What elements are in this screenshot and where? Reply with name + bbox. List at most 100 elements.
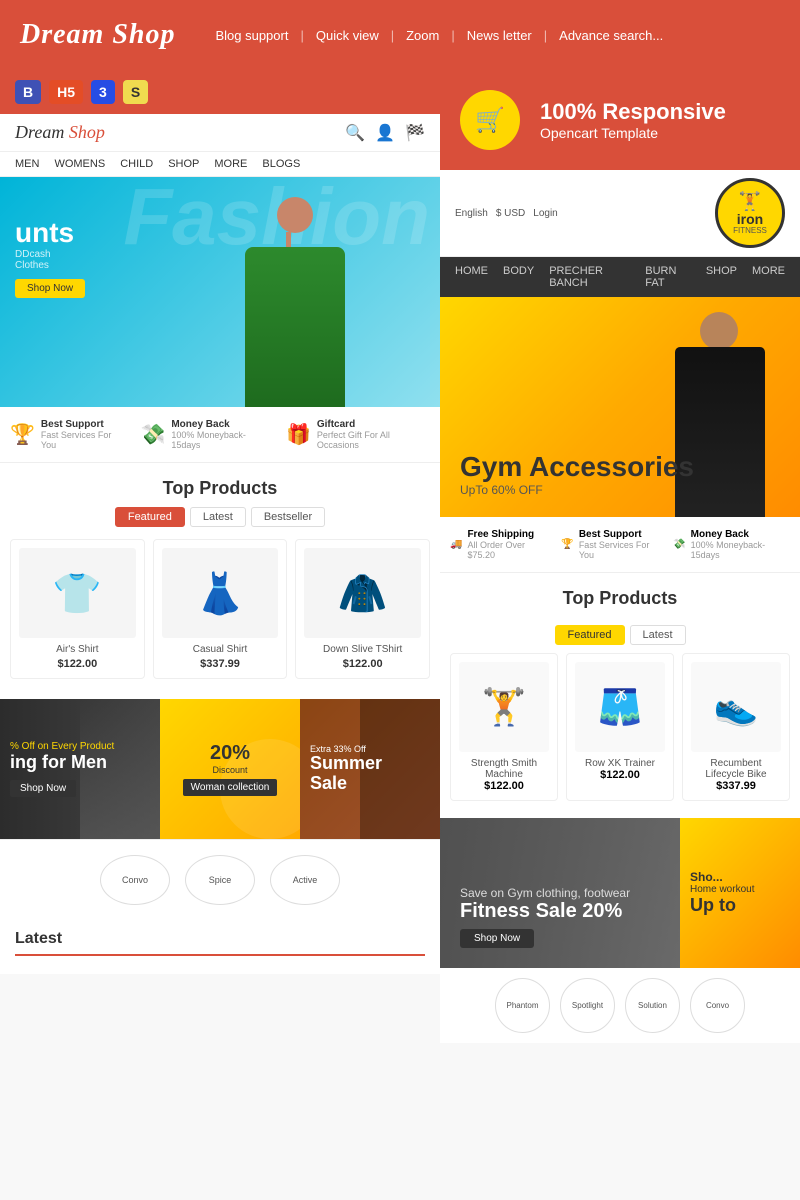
search-icon[interactable]: 🔍	[345, 123, 365, 143]
gym-product-name-2: Row XK Trainer	[575, 758, 665, 769]
gym-products-tabs: Featured Latest	[440, 625, 800, 645]
feature-gift-title: Giftcard	[317, 419, 430, 430]
cart-icon: 🛒	[475, 106, 505, 135]
section-title-top-products: Top Products	[0, 463, 440, 507]
gym-title: Gym Accessories	[460, 451, 694, 483]
bootstrap-badge: B	[15, 80, 41, 104]
gym-money-title: Money Back	[691, 529, 790, 540]
nav-womens[interactable]: WOMENS	[54, 158, 105, 170]
gym-brands: Phantom Spotlight Solution Convo	[440, 968, 800, 1043]
nav-quickview[interactable]: Quick view	[316, 28, 379, 43]
gym-support-sub: Fast Services For You	[579, 540, 663, 560]
gym-support-title: Best Support	[579, 529, 663, 540]
gym-features: 🚚 Free Shipping All Order Over $75.20 🏆 …	[440, 517, 800, 573]
gym-brand-4: Convo	[690, 978, 745, 1033]
login-link[interactable]: Login	[533, 208, 557, 219]
shipping-title: Free Shipping	[467, 529, 551, 540]
iron-logo: 🏋 iron FITNESS	[715, 178, 785, 248]
brand-logo-3: Active	[270, 855, 340, 905]
gym-product-price-2: $122.00	[575, 769, 665, 781]
gym-hero: Gym Accessories UpTo 60% OFF	[440, 297, 800, 517]
gym-product-1[interactable]: 🏋️ Strength Smith Machine $122.00	[450, 653, 558, 801]
shipping-icon: 🚚	[450, 539, 462, 550]
brand-logo-2: Spice	[185, 855, 255, 905]
nav-men[interactable]: MEN	[15, 158, 39, 170]
gym-products-section: Top Products Featured Latest 🏋️ Strength…	[440, 573, 800, 818]
iron-nav-precher[interactable]: PRECHER BANCH	[549, 265, 630, 289]
gym-tab-featured[interactable]: Featured	[555, 625, 625, 645]
promo-men: % Off on Every Product ing for Men Shop …	[0, 699, 160, 839]
gym-money-sub: 100% Moneyback-15days	[691, 540, 790, 560]
gym-brand-2: Spotlight	[560, 978, 615, 1033]
tab-bestseller[interactable]: Bestseller	[251, 507, 325, 527]
user-icon[interactable]: 👤	[375, 123, 395, 143]
nav-zoom[interactable]: Zoom	[406, 28, 439, 43]
nav-shop[interactable]: SHOP	[168, 158, 199, 170]
product-card-2[interactable]: 👗 Casual Shirt $337.99	[153, 539, 288, 679]
main-logo: Dream Shop	[20, 19, 175, 51]
hero-sub: Clothes	[15, 260, 85, 271]
gym-products-grid: 🏋️ Strength Smith Machine $122.00 🩳 Row …	[440, 653, 800, 813]
css3-badge: 3	[91, 80, 115, 104]
iron-nav-more[interactable]: MORE	[752, 265, 785, 289]
gym-product-img-1: 🏋️	[459, 662, 549, 752]
hero-banner-left: unts DDcash Clothes Shop Now Fashion	[0, 177, 440, 407]
brands-row: Convo Spice Active	[0, 839, 440, 920]
promo-women-collection[interactable]: Woman collection	[183, 779, 278, 796]
html5-badge: H5	[49, 80, 83, 104]
gym-upto: UpTo 60% OFF	[460, 483, 694, 497]
nav-blog[interactable]: Blog support	[215, 28, 288, 43]
promo-women-label: Discount	[183, 765, 278, 775]
top-products-section: Top Products Featured Latest Bestseller …	[0, 463, 440, 699]
iron-nav: HOME BODY PRECHER BANCH BURN FAT SHOP MO…	[440, 257, 800, 297]
right-panel: 🛒 100% Responsive Opencart Template Engl…	[440, 70, 800, 1200]
nav-blogs[interactable]: BLOGS	[262, 158, 300, 170]
gym-product-2[interactable]: 🩳 Row XK Trainer $122.00	[566, 653, 674, 801]
product-card-1[interactable]: 👕 Air's Shirt $122.00	[10, 539, 145, 679]
nav-more[interactable]: MORE	[214, 158, 247, 170]
latest-title: Latest	[15, 930, 425, 956]
lang-label[interactable]: English	[455, 208, 488, 219]
hero-brand: DDcash	[15, 249, 85, 260]
products-tabs: Featured Latest Bestseller	[0, 507, 440, 527]
promo-men-title: ing for Men	[10, 752, 114, 774]
feature-best-support: 🏆 Best Support Fast Services For You	[10, 419, 125, 450]
feature-support-sub: Fast Services For You	[41, 430, 126, 450]
shop-now-button[interactable]: Shop Now	[15, 279, 85, 298]
product-price-1: $122.00	[19, 658, 136, 670]
inner-icons: 🔍 👤 🏁	[345, 123, 425, 143]
top-nav: Blog support | Quick view | Zoom | News …	[215, 28, 663, 43]
fitness-side: Sho... Home workout Up to	[680, 818, 800, 968]
tab-featured[interactable]: Featured	[115, 507, 185, 527]
promo-men-btn[interactable]: Shop Now	[10, 780, 76, 797]
nav-search[interactable]: Advance search...	[559, 28, 663, 43]
tab-latest[interactable]: Latest	[190, 507, 246, 527]
gym-tab-latest[interactable]: Latest	[630, 625, 686, 645]
latest-section: Latest	[0, 920, 440, 974]
nav-child[interactable]: CHILD	[120, 158, 153, 170]
iron-nav-shop[interactable]: SHOP	[706, 265, 737, 289]
cart-icon[interactable]: 🏁	[405, 123, 425, 143]
nav-newsletter[interactable]: News letter	[467, 28, 532, 43]
gift-icon: 🎁	[286, 422, 311, 447]
product-card-3[interactable]: 🧥 Down Slive TShirt $122.00	[295, 539, 430, 679]
gym-product-img-2: 🩳	[575, 662, 665, 752]
product-name-1: Air's Shirt	[19, 644, 136, 655]
feature-money-title: Money Back	[171, 419, 271, 430]
support-icon: 🏆	[10, 422, 35, 447]
side-sub: Home workout	[690, 884, 790, 895]
up-to: Up to	[690, 895, 790, 916]
iron-nav-burnfat[interactable]: BURN FAT	[645, 265, 691, 289]
responsive-badge: 🛒 100% Responsive Opencart Template	[440, 70, 800, 170]
iron-text: iron	[737, 212, 763, 226]
iron-nav-home[interactable]: HOME	[455, 265, 488, 289]
iron-nav-body[interactable]: BODY	[503, 265, 534, 289]
gym-product-price-3: $337.99	[691, 780, 781, 792]
gym-feature-support: 🏆 Best Support Fast Services For You	[561, 529, 663, 560]
cart-circle: 🛒	[460, 90, 520, 150]
fitness-shop-btn[interactable]: Shop Now	[460, 929, 534, 948]
promo-row: % Off on Every Product ing for Men Shop …	[0, 699, 440, 839]
feature-money-back: 💸 Money Back 100% Moneyback-15days	[140, 419, 271, 450]
side-text: Sho...	[690, 870, 790, 884]
gym-product-3[interactable]: 👟 Recumbent Lifecycle Bike $337.99	[682, 653, 790, 801]
